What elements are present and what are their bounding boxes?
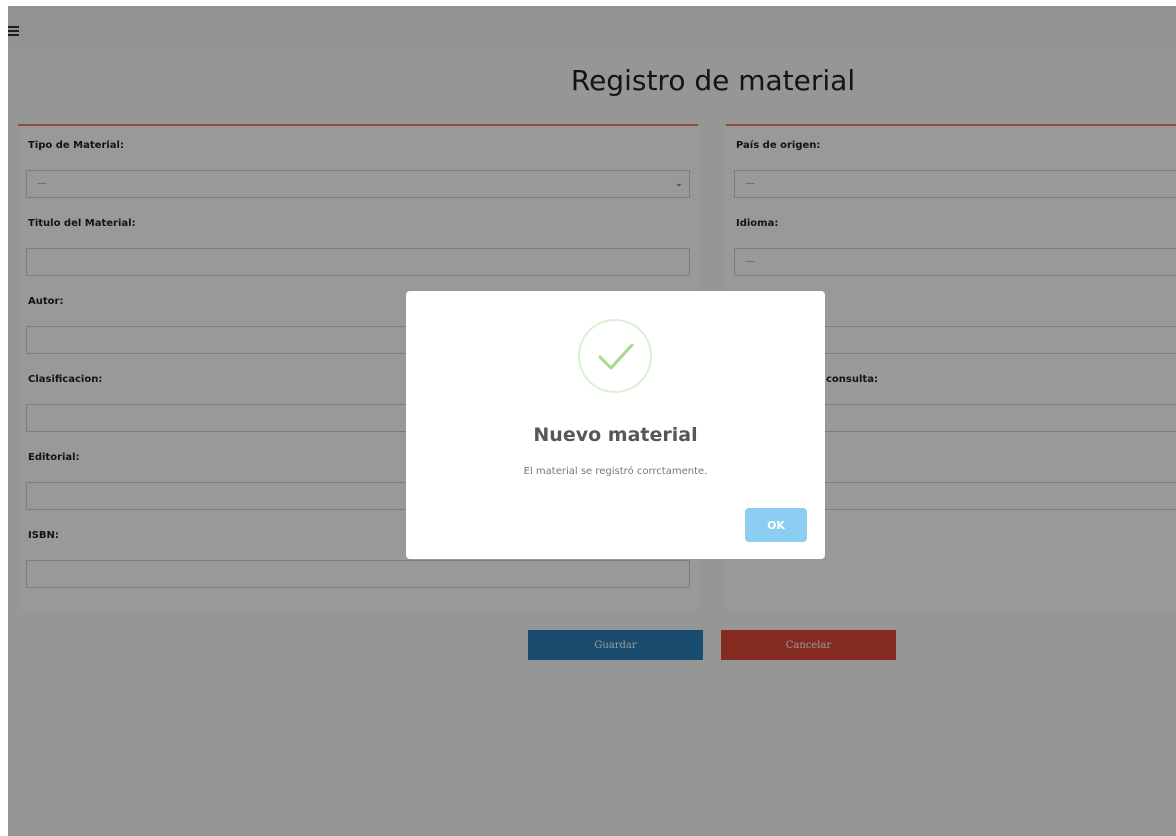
window-edge — [0, 0, 8, 836]
check-icon — [578, 319, 652, 393]
ok-button[interactable]: OK — [745, 508, 807, 542]
app-window: Registro de material Tipo de Material: —… — [0, 0, 1176, 836]
success-dialog: Nuevo material El material se registró c… — [406, 291, 825, 559]
dialog-message: El material se registró corrctamente. — [523, 466, 708, 477]
dialog-title: Nuevo material — [533, 424, 698, 446]
